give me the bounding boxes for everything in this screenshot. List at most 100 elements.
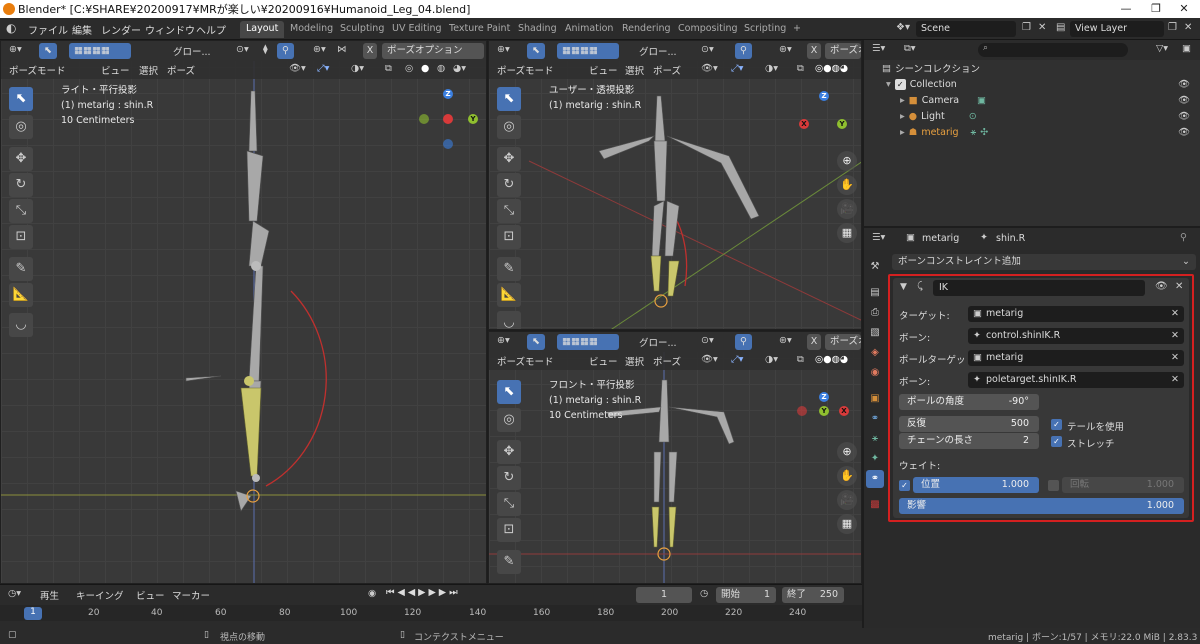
gizmo-z-axis[interactable]: Z [443,89,453,99]
select-tool-icon[interactable]: ⬉ [527,43,545,59]
mode-selector[interactable]: ポーズモード [9,63,66,77]
editor-type-icon[interactable]: ⊕▾ [497,44,510,55]
tab-scripting[interactable]: Scripting [738,21,792,38]
select-tool-icon[interactable]: ⬉ [39,43,57,59]
menu-render[interactable]: レンダー [101,22,141,37]
menu-keying[interactable]: キーイング [76,588,124,602]
proportional-icon[interactable]: ⊛▾ [779,44,792,55]
close-icon[interactable]: ✕ [1038,22,1046,33]
zoom-icon[interactable]: ⊕ [837,151,857,171]
tab-animation[interactable]: Animation [559,21,619,38]
scene-icon[interactable]: ❖▾ [896,22,910,33]
pan-hand-icon[interactable]: ✋ [837,466,857,486]
menu-help[interactable]: ヘルプ [196,22,226,37]
view-layer-selector[interactable]: View Layer [1070,21,1164,37]
select-box-tool[interactable]: ⬉ [9,87,33,111]
pose-options-dropdown[interactable]: ポーズオプション [382,43,484,59]
editor-type-icon[interactable]: ⊕▾ [497,335,510,346]
tab-rendering[interactable]: Rendering [616,21,677,38]
menu-select[interactable]: 選択 [139,63,158,77]
pin-icon[interactable]: ⚲ [1180,232,1187,243]
annotate-tool[interactable]: ✎ [9,257,33,281]
playback-controls-icon[interactable]: ⏮◀◀▶▶▶⏭ [386,587,461,598]
rotation-weight-slider[interactable]: 回転 1.000 [1062,477,1184,493]
menu-file[interactable]: ファイル [28,22,68,37]
viewport-front-ortho[interactable]: ⊕▾ ⬉ ▦▦▦▦ グロー... ⊙▾ ⚲ ⊛▾ X ポーズオ ポーズモード ビ… [488,331,862,584]
cursor-tool[interactable]: ◎ [9,115,33,139]
viewport-user-persp[interactable]: ⊕▾ ⬉ ▦▦▦▦ グロー... ⊙▾ ⚲ ⊛▾ X ポーズオ ポーズモード ビ… [488,40,862,330]
xray-icon[interactable]: ⧉ [797,354,804,365]
select-tool-icon[interactable]: ⬉ [527,334,545,350]
mirror-x-toggle[interactable]: X [363,43,377,59]
pose-tool[interactable]: ◡ [9,313,33,337]
copy-icon[interactable]: ❐ [1022,22,1031,33]
pose-tool[interactable]: ◡ [497,311,521,329]
snap-toggle[interactable]: ⚲ [277,43,294,59]
add-workspace-button[interactable]: + [787,21,807,38]
shading-material-icon[interactable]: ◍ [437,63,445,74]
clock-icon[interactable]: ◷ [700,588,708,599]
add-bone-constraint-dropdown[interactable]: ボーンコンストレイント追加 ⌄ [892,254,1196,270]
chevron-right-icon[interactable]: ▸ [900,95,905,106]
menu-window[interactable]: ウィンドウ [145,22,195,37]
transform-orientation-dropdown[interactable]: グロー... [639,44,677,58]
select-mode-buttons[interactable]: ▦▦▦▦ [557,43,619,59]
start-frame-field[interactable]: 開始 1 [716,587,776,603]
chevron-down-icon[interactable]: ▾ [886,79,891,90]
search-input[interactable]: ⌕ [978,43,1128,57]
measure-tool[interactable]: 📐 [9,283,33,307]
shading-wireframe-icon[interactable]: ◎ [405,63,413,74]
record-icon[interactable]: ◉ [368,588,376,599]
gizmo-x-axis[interactable] [443,114,453,124]
position-checkbox[interactable]: ✓ [899,480,910,491]
overlay-icon[interactable]: ◑▾ [351,63,364,74]
tab-shading[interactable]: Shading [512,21,563,38]
mode-selector[interactable]: ポーズモード [497,354,554,368]
outliner-row-metarig[interactable]: ▸ ☗ metarig ⚹ ✣ 👁 [864,124,1200,140]
proportional-icon[interactable]: ⊛▾ [313,44,326,55]
filter-icon[interactable]: ▽▾ [1156,43,1168,54]
tab-output-icon[interactable]: ⎙ [866,304,884,322]
display-mode-icon[interactable]: ⧉▾ [904,43,916,54]
transform-tool[interactable]: ⊡ [497,225,521,249]
frame-indicator[interactable]: 1 [24,607,42,620]
iterations-field[interactable]: 反復 500 [899,416,1039,432]
eye-icon[interactable]: 👁 [1155,281,1168,292]
annotate-tool[interactable]: ✎ [497,257,521,281]
pole-bone-field[interactable]: ✦ poletarget.shinIK.R ✕ [968,372,1184,388]
clear-icon[interactable]: ✕ [1171,328,1179,344]
snap-toggle[interactable]: ⚲ [735,334,752,350]
cursor-tool[interactable]: ◎ [497,115,521,139]
clear-icon[interactable]: ✕ [1171,306,1179,322]
gizmo-y-axis[interactable]: Y [819,406,829,416]
viewport-right-ortho[interactable]: ⊕▾ ⬉ ▦▦▦▦ グロー... ⊙▾ ⧫ ⚲ ⊛▾ ⋈ X ポーズオプション … [0,40,487,584]
menu-edit[interactable]: 編集 [72,22,92,37]
constraint-name-field[interactable]: IK [933,280,1145,296]
tab-constraints-icon[interactable]: ⚭ [866,410,884,428]
scale-tool[interactable]: ⤡ [9,199,33,223]
eye-icon[interactable]: 👁 [1178,111,1190,122]
camera-view-icon[interactable]: 🎥 [837,199,857,219]
mirror-x-toggle[interactable]: X [807,43,821,59]
scale-tool[interactable]: ⤡ [497,199,521,223]
tab-tool-icon[interactable]: ⚒ [866,258,884,276]
xray-icon[interactable]: ⧉ [797,63,804,74]
gizmo-icon[interactable]: ⤢▾ [731,354,743,365]
menu-select[interactable]: 選択 [625,354,644,368]
snap-icon[interactable]: ⧫ [263,44,268,55]
pivot-icon[interactable]: ⊙▾ [236,44,249,55]
transform-tool[interactable]: ⊡ [497,518,521,542]
shading-rendered-icon[interactable]: ◕▾ [453,63,466,74]
mode-selector[interactable]: ポーズモード [497,63,554,77]
checkbox-icon[interactable]: ✓ [894,78,906,90]
close-icon[interactable]: ✕ [1184,22,1192,33]
transform-orientation-dropdown[interactable]: グロー... [639,335,677,349]
rotate-tool[interactable]: ↻ [9,173,33,197]
tab-modeling[interactable]: Modeling [284,21,339,38]
tab-texture-paint[interactable]: Texture Paint [443,21,516,38]
tab-sculpting[interactable]: Sculpting [334,21,390,38]
outliner-row-camera[interactable]: ▸ ■ Camera ▣ 👁 [864,92,1200,108]
measure-tool[interactable]: 📐 [497,283,521,307]
pivot-icon[interactable]: ⊙▾ [701,335,714,346]
influence-slider[interactable]: 影響 1.000 [899,498,1184,514]
